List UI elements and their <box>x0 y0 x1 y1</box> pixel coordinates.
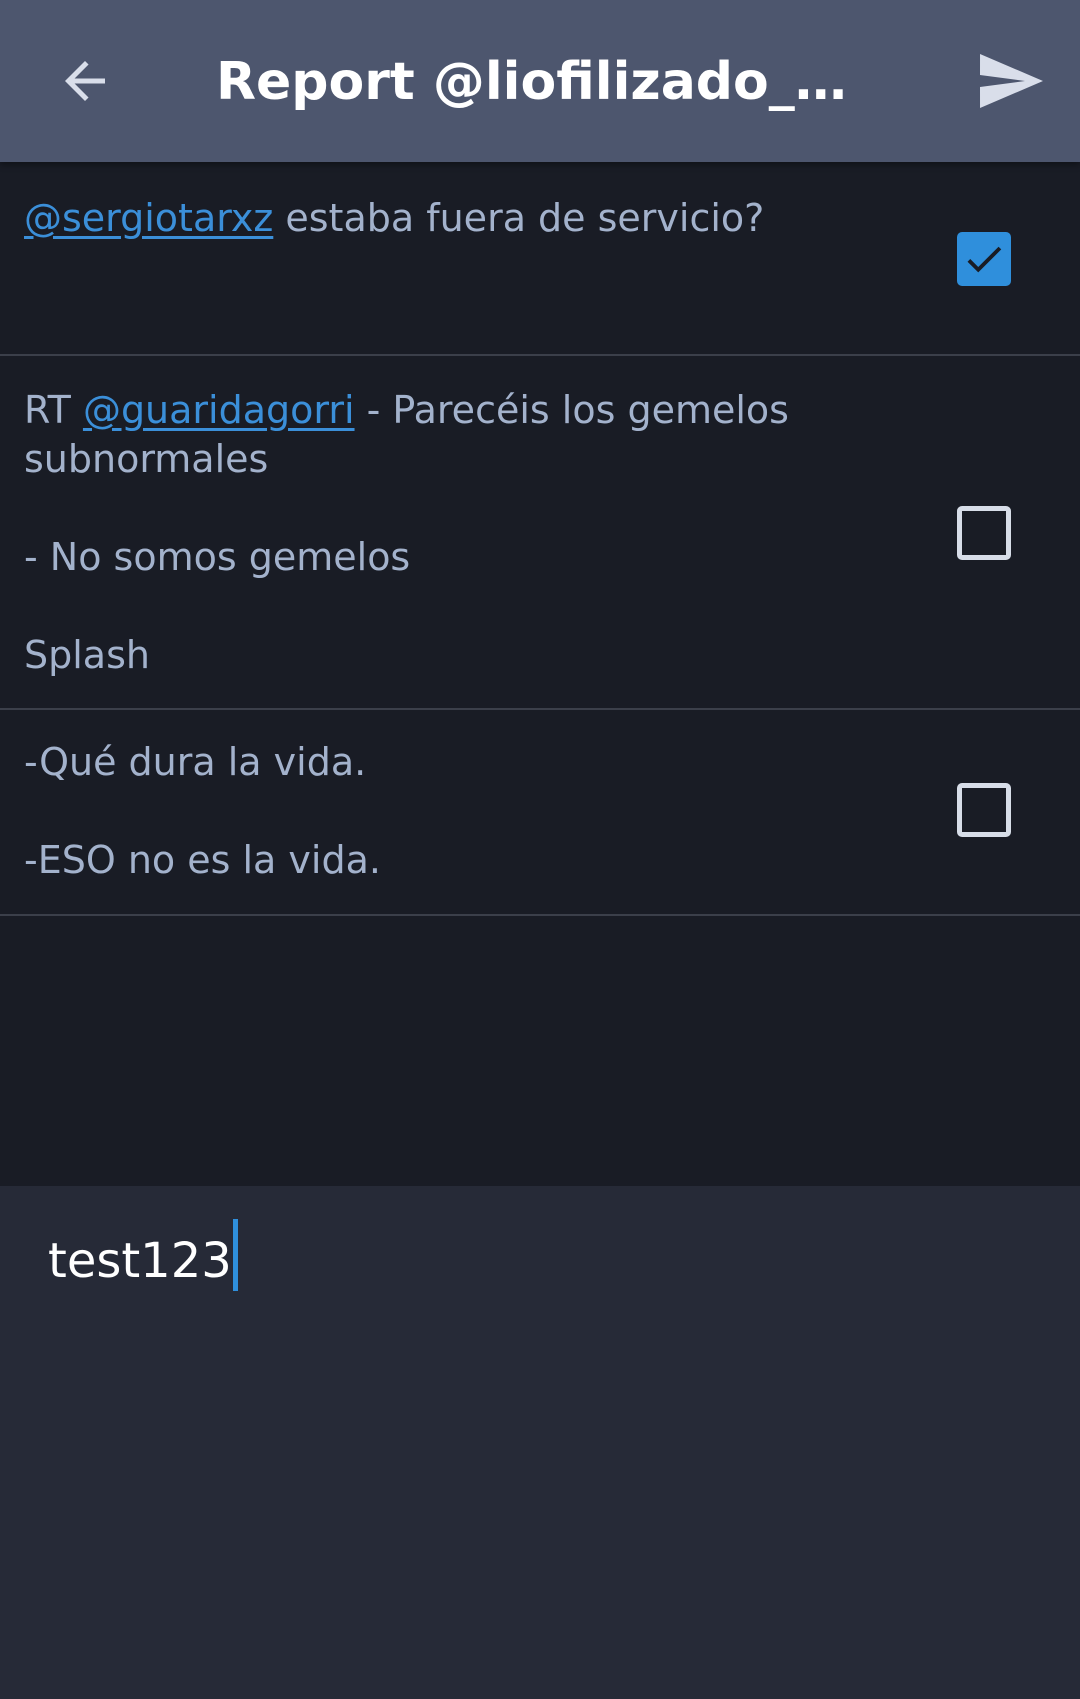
status-line: - No somos gemelos <box>24 535 411 579</box>
page-title: Report @liofilizado_@h… <box>216 52 888 112</box>
text-cursor <box>232 1219 238 1291</box>
arrow-left-icon <box>65 61 105 101</box>
status-text: -Qué dura la vida. -ESO no es la vida. <box>24 738 904 885</box>
report-screen: Report @liofilizado_@h… @sergiotarxz est… <box>0 0 1080 1699</box>
back-button[interactable] <box>40 36 130 126</box>
select-checkbox[interactable] <box>957 232 1011 286</box>
status-line: -ESO no es la vida. <box>24 838 381 882</box>
select-checkbox[interactable] <box>957 506 1011 560</box>
status-line: -Qué dura la vida. <box>24 740 367 784</box>
app-bar: Report @liofilizado_@h… <box>0 0 1080 162</box>
status-text-body: estaba fuera de servicio? <box>273 196 765 240</box>
report-comment-input[interactable]: test123 <box>48 1219 238 1294</box>
check-icon <box>967 246 1002 273</box>
status-line: Splash <box>24 633 150 677</box>
status-prefix: RT <box>24 388 83 432</box>
list-item[interactable]: -Qué dura la vida. -ESO no es la vida. <box>0 710 1080 916</box>
status-list: @sergiotarxz estaba fuera de servicio? R… <box>0 162 1080 916</box>
status-text: RT @guaridagorri - Parecéis los gemelos … <box>24 386 904 680</box>
list-item[interactable]: @sergiotarxz estaba fuera de servicio? <box>0 162 1080 356</box>
mention-link[interactable]: @sergiotarxz <box>24 196 273 240</box>
send-button[interactable] <box>962 36 1058 126</box>
send-icon <box>980 54 1043 108</box>
report-comment-value: test123 <box>48 1233 232 1289</box>
select-checkbox[interactable] <box>957 783 1011 837</box>
mention-link[interactable]: @guaridagorri <box>83 388 355 432</box>
list-item[interactable]: RT @guaridagorri - Parecéis los gemelos … <box>0 356 1080 710</box>
status-text: @sergiotarxz estaba fuera de servicio? <box>24 194 904 243</box>
